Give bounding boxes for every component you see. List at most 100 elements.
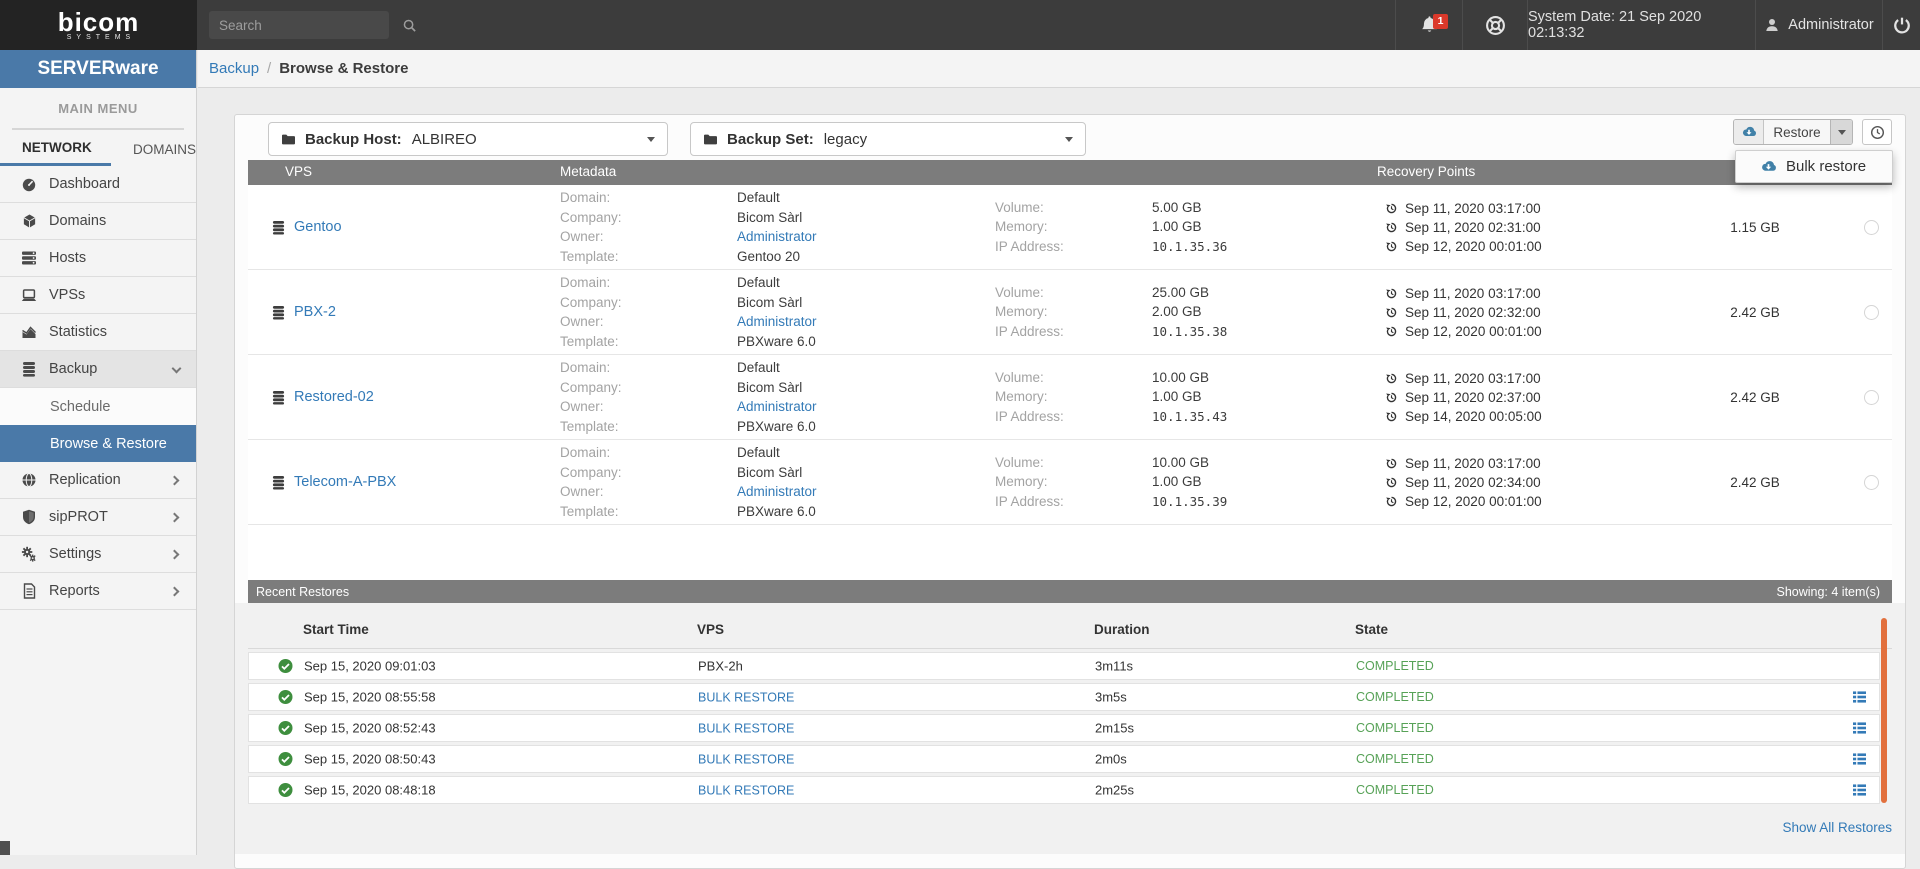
owner-link[interactable]: Administrator <box>737 399 817 414</box>
bulk-restore-link[interactable]: BULK RESTORE <box>698 722 794 736</box>
resource-labels: Volume: Memory: IP Address: <box>985 453 1140 512</box>
recovery-point[interactable]: Sep 11, 2020 02:34:00 <box>1385 475 1660 490</box>
search-input[interactable] <box>209 17 402 33</box>
bulk-restore-link[interactable]: BULK RESTORE <box>698 753 794 767</box>
recovery-point[interactable]: Sep 11, 2020 03:17:00 <box>1385 286 1660 301</box>
recovery-point[interactable]: Sep 11, 2020 03:17:00 <box>1385 201 1660 216</box>
sidebar-menu: Dashboard Domains Hosts VPSs Statistics <box>0 166 196 610</box>
owner-link[interactable]: Administrator <box>737 484 817 499</box>
select-radio[interactable] <box>1863 304 1879 320</box>
recovery-points-cell: Sep 11, 2020 03:17:00 Sep 11, 2020 02:32… <box>1370 286 1660 339</box>
search-icon[interactable] <box>402 18 426 33</box>
tab-domains[interactable]: DOMAINS <box>111 132 196 166</box>
backup-size: 2.42 GB <box>1730 389 1780 405</box>
bulk-restore-link[interactable]: BULK RESTORE <box>698 691 794 705</box>
logo-title: bicom <box>57 6 140 37</box>
topbar-actions: 1 System Date: 21 Sep 2020 02:13:32 Admi… <box>1395 0 1920 50</box>
scrollbar-thumb[interactable] <box>0 841 10 855</box>
restore-button-icon-segment[interactable] <box>1734 120 1764 144</box>
sidebar-item-hosts[interactable]: Hosts <box>0 240 196 277</box>
dashboard-icon <box>20 176 38 192</box>
sidebar-item-label: Reports <box>49 583 100 599</box>
sidebar-item-vpss[interactable]: VPSs <box>0 277 196 314</box>
sidebar-item-sipprot[interactable]: sipPROT <box>0 499 196 536</box>
notifications-button[interactable]: 1 <box>1395 0 1462 50</box>
sidebar-item-replication[interactable]: Replication <box>0 462 196 499</box>
details-list-icon[interactable] <box>1852 784 1867 797</box>
life-ring-icon <box>1485 15 1506 36</box>
value-memory: 1.00 GB <box>1152 389 1202 405</box>
select-radio[interactable] <box>1863 219 1879 235</box>
breadcrumb-backup-link[interactable]: Backup <box>209 60 259 77</box>
power-button[interactable] <box>1882 0 1920 50</box>
backup-host-select[interactable]: Backup Host: ALBIREO <box>268 122 668 156</box>
select-radio[interactable] <box>1863 474 1879 490</box>
label-owner: Owner: <box>560 314 604 329</box>
restore-vps-cell: PBX-2h PBX-2h <box>698 659 743 674</box>
restore-duration: 3m11s <box>1095 658 1134 674</box>
show-all-restores-link[interactable]: Show All Restores <box>1782 820 1892 835</box>
details-list-icon[interactable] <box>1852 722 1867 735</box>
user-icon <box>1764 17 1780 33</box>
recovery-point[interactable]: Sep 11, 2020 03:17:00 <box>1385 371 1660 386</box>
recovery-point[interactable]: Sep 12, 2020 00:01:00 <box>1385 494 1660 509</box>
restore-button[interactable]: Restore <box>1764 120 1830 144</box>
user-menu[interactable]: Administrator <box>1755 0 1882 50</box>
help-button[interactable] <box>1462 0 1527 50</box>
tab-network[interactable]: NETWORK <box>0 132 111 166</box>
sidebar-item-domains[interactable]: Domains <box>0 203 196 240</box>
recovery-point-timestamp: Sep 14, 2020 00:05:00 <box>1405 408 1542 424</box>
label-memory: Memory: <box>995 389 1048 405</box>
sidebar-item-browse-restore[interactable]: Browse & Restore <box>0 425 196 462</box>
system-date: System Date: 21 Sep 2020 02:13:32 <box>1527 0 1755 50</box>
details-list-icon[interactable] <box>1852 753 1867 766</box>
owner-link[interactable]: Administrator <box>737 314 817 329</box>
recovery-point-timestamp: Sep 12, 2020 00:01:00 <box>1405 323 1542 339</box>
sidebar-item-backup[interactable]: Backup <box>0 351 196 388</box>
recovery-point[interactable]: Sep 14, 2020 00:05:00 <box>1385 409 1660 424</box>
database-icon <box>20 361 38 377</box>
sidebar-item-statistics[interactable]: Statistics <box>0 314 196 351</box>
cube-icon <box>20 213 38 229</box>
backup-size: 2.42 GB <box>1730 304 1780 320</box>
check-circle-icon <box>278 783 293 798</box>
owner-link[interactable]: Administrator <box>737 229 817 244</box>
schedule-restore-button[interactable] <box>1862 119 1892 145</box>
vps-name-link[interactable]: PBX-2 <box>294 304 336 320</box>
restore-dropdown-toggle[interactable] <box>1830 120 1852 144</box>
vps-name-link[interactable]: Restored-02 <box>294 389 374 405</box>
select-radio[interactable] <box>1863 389 1879 405</box>
recovery-point[interactable]: Sep 12, 2020 00:01:00 <box>1385 324 1660 339</box>
recovery-point[interactable]: Sep 11, 2020 02:31:00 <box>1385 220 1660 235</box>
restore-start-time: Sep 15, 2020 08:48:18 <box>304 782 436 798</box>
sidebar-item-settings[interactable]: Settings <box>0 536 196 573</box>
recovery-point[interactable]: Sep 11, 2020 02:32:00 <box>1385 305 1660 320</box>
details-list-icon[interactable] <box>1852 691 1867 704</box>
label-volume: Volume: <box>995 284 1044 300</box>
sidebar-item-dashboard[interactable]: Dashboard <box>0 166 196 203</box>
recent-list-scrollbar[interactable] <box>1881 618 1887 803</box>
sidebar-item-label: Backup <box>49 361 98 377</box>
recovery-point[interactable]: Sep 11, 2020 02:37:00 <box>1385 390 1660 405</box>
backup-set-select[interactable]: Backup Set: legacy <box>690 122 1086 156</box>
sidebar-item-label: Statistics <box>49 324 108 340</box>
bulk-restore-menu-item[interactable]: Bulk restore <box>1786 158 1866 175</box>
sidebar-item-reports[interactable]: Reports <box>0 573 196 610</box>
database-icon <box>272 390 285 405</box>
sidebar: SERVERware MAIN MENU NETWORK DOMAINS Das… <box>0 50 197 855</box>
recovery-point[interactable]: Sep 11, 2020 03:17:00 <box>1385 456 1660 471</box>
metadata-labels: Domain: Company: Owner: Template: <box>545 358 720 436</box>
metadata-values: Default Bicom Sàrl Administrator PBXware… <box>720 443 985 521</box>
sidebar-item-schedule[interactable]: Schedule <box>0 388 196 425</box>
check-circle-icon <box>278 752 293 767</box>
restore-split-button: Restore <box>1733 119 1853 145</box>
label-domain: Domain: <box>560 275 611 290</box>
bulk-restore-link[interactable]: BULK RESTORE <box>698 784 794 798</box>
value-ip-address: 10.1.35.43 <box>1152 408 1228 424</box>
vps-name-cell: Gentoo <box>248 219 545 235</box>
vps-name-link[interactable]: Telecom-A-PBX <box>294 474 396 490</box>
vps-name-link[interactable]: Gentoo <box>294 219 342 235</box>
column-header-state: State <box>1355 622 1389 637</box>
recovery-point[interactable]: Sep 12, 2020 00:01:00 <box>1385 239 1660 254</box>
recovery-points-cell: Sep 11, 2020 03:17:00 Sep 11, 2020 02:31… <box>1370 201 1660 254</box>
